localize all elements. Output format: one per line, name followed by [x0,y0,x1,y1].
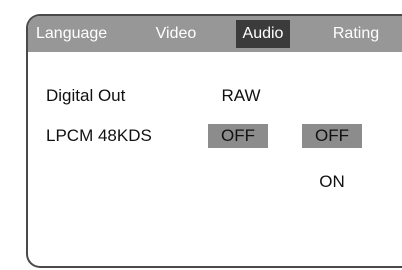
tab-language[interactable]: Language [36,16,107,52]
option-off[interactable]: OFF [302,124,362,148]
lpcm-48kds-label: LPCM 48KDS [46,126,152,145]
audio-setup-panel: Language Video Audio Rating Digital Out … [26,14,402,268]
tab-video[interactable]: Video [148,16,204,52]
tab-audio[interactable]: Audio [236,20,290,48]
digital-out-label: Digital Out [46,86,126,105]
digital-out-value[interactable]: RAW [216,86,266,106]
option-on[interactable]: ON [302,170,362,194]
lpcm-48kds-value[interactable]: OFF [208,124,268,148]
menu-tab-bar: Language Video Audio Rating [28,16,402,52]
tab-rating[interactable]: Rating [320,16,392,52]
